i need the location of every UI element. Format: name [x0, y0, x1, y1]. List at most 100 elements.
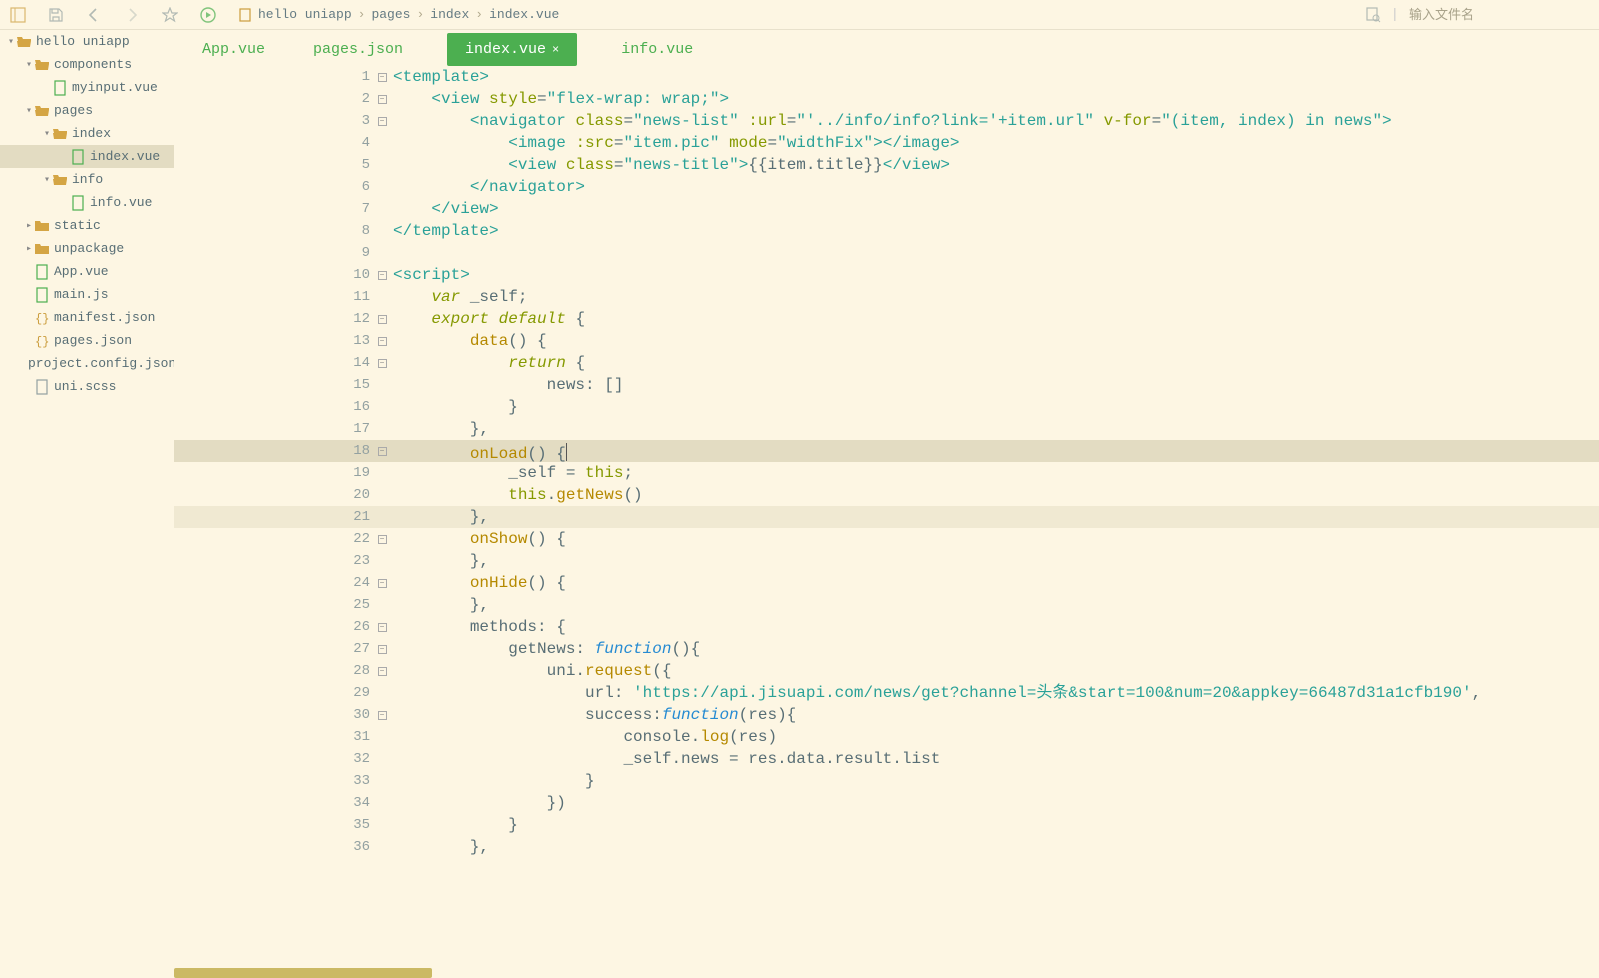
fold-marker[interactable]: [374, 176, 390, 198]
fold-marker[interactable]: [374, 792, 390, 814]
fold-marker[interactable]: −: [374, 660, 390, 682]
editor-tab[interactable]: App.vue: [198, 33, 269, 66]
file-explorer[interactable]: ▾ hello uniapp ▾componentsmyinput.vue▾pa…: [0, 30, 174, 978]
fold-marker[interactable]: [374, 132, 390, 154]
fold-marker[interactable]: [374, 484, 390, 506]
code-line[interactable]: 27− getNews: function(){: [174, 638, 1599, 660]
code-line[interactable]: 33 }: [174, 770, 1599, 792]
tree-item[interactable]: ▾pages: [0, 99, 174, 122]
code-line[interactable]: 20 this.getNews(): [174, 484, 1599, 506]
file-search-icon[interactable]: [1365, 7, 1381, 23]
fold-marker[interactable]: −: [374, 616, 390, 638]
code-line[interactable]: 17 },: [174, 418, 1599, 440]
tree-item[interactable]: ▾info: [0, 168, 174, 191]
fold-marker[interactable]: −: [374, 638, 390, 660]
fold-marker[interactable]: −: [374, 66, 390, 88]
code-editor[interactable]: 1−<template>2− <view style="flex-wrap: w…: [174, 66, 1599, 978]
fold-marker[interactable]: [374, 814, 390, 836]
tree-item[interactable]: uni.scss: [0, 375, 174, 398]
fold-marker[interactable]: [374, 418, 390, 440]
fold-marker[interactable]: [374, 748, 390, 770]
fold-marker[interactable]: −: [374, 330, 390, 352]
fold-marker[interactable]: [374, 770, 390, 792]
code-line[interactable]: 23 },: [174, 550, 1599, 572]
code-line[interactable]: 26− methods: {: [174, 616, 1599, 638]
tree-item[interactable]: myinput.vue: [0, 76, 174, 99]
back-icon[interactable]: [86, 7, 102, 23]
code-line[interactable]: 6 </navigator>: [174, 176, 1599, 198]
fold-marker[interactable]: −: [374, 88, 390, 110]
horizontal-scrollbar[interactable]: [174, 968, 432, 978]
code-line[interactable]: 36 },: [174, 836, 1599, 858]
fold-marker[interactable]: [374, 286, 390, 308]
app-menu-icon[interactable]: [10, 7, 26, 23]
fold-marker[interactable]: [374, 506, 390, 528]
breadcrumb-item[interactable]: pages: [371, 7, 410, 22]
fold-marker[interactable]: [374, 462, 390, 484]
tree-item[interactable]: {}manifest.json: [0, 306, 174, 329]
tree-item[interactable]: App.vue: [0, 260, 174, 283]
forward-icon[interactable]: [124, 7, 140, 23]
tree-item[interactable]: {}pages.json: [0, 329, 174, 352]
code-line[interactable]: 34 }): [174, 792, 1599, 814]
fold-marker[interactable]: −: [374, 440, 390, 462]
search-input[interactable]: [1409, 7, 1589, 22]
editor-tab[interactable]: info.vue: [617, 33, 697, 66]
code-line[interactable]: 4 <image :src="item.pic" mode="widthFix"…: [174, 132, 1599, 154]
code-line[interactable]: 8</template>: [174, 220, 1599, 242]
tree-root[interactable]: ▾ hello uniapp: [0, 30, 174, 53]
code-line[interactable]: 29 url: 'https://api.jisuapi.com/news/ge…: [174, 682, 1599, 704]
tree-item[interactable]: info.vue: [0, 191, 174, 214]
breadcrumb-item[interactable]: index: [430, 7, 469, 22]
code-line[interactable]: 22− onShow() {: [174, 528, 1599, 550]
editor-tab[interactable]: pages.json: [309, 33, 407, 66]
save-icon[interactable]: [48, 7, 64, 23]
fold-marker[interactable]: [374, 154, 390, 176]
tree-item[interactable]: index.vue: [0, 145, 174, 168]
code-line[interactable]: 11 var _self;: [174, 286, 1599, 308]
tree-item[interactable]: ▸static: [0, 214, 174, 237]
code-line[interactable]: 9: [174, 242, 1599, 264]
fold-marker[interactable]: [374, 726, 390, 748]
code-line[interactable]: 32 _self.news = res.data.result.list: [174, 748, 1599, 770]
code-line[interactable]: 13− data() {: [174, 330, 1599, 352]
breadcrumb-item[interactable]: index.vue: [489, 7, 559, 22]
fold-marker[interactable]: −: [374, 572, 390, 594]
code-line[interactable]: 1−<template>: [174, 66, 1599, 88]
code-line[interactable]: 2− <view style="flex-wrap: wrap;">: [174, 88, 1599, 110]
code-line[interactable]: 18− onLoad() {: [174, 440, 1599, 462]
code-line[interactable]: 3− <navigator class="news-list" :url="'.…: [174, 110, 1599, 132]
code-line[interactable]: 15 news: []: [174, 374, 1599, 396]
tree-item[interactable]: main.js: [0, 283, 174, 306]
fold-marker[interactable]: −: [374, 704, 390, 726]
fold-marker[interactable]: [374, 220, 390, 242]
code-line[interactable]: 35 }: [174, 814, 1599, 836]
star-icon[interactable]: [162, 7, 178, 23]
code-line[interactable]: 28− uni.request({: [174, 660, 1599, 682]
close-icon[interactable]: ×: [552, 43, 559, 57]
fold-marker[interactable]: [374, 550, 390, 572]
fold-marker[interactable]: [374, 836, 390, 858]
code-line[interactable]: 25 },: [174, 594, 1599, 616]
code-line[interactable]: 30− success:function(res){: [174, 704, 1599, 726]
code-line[interactable]: 5 <view class="news-title">{{item.title}…: [174, 154, 1599, 176]
fold-marker[interactable]: −: [374, 352, 390, 374]
tree-item[interactable]: ▾components: [0, 53, 174, 76]
fold-marker[interactable]: −: [374, 308, 390, 330]
fold-marker[interactable]: [374, 374, 390, 396]
breadcrumb[interactable]: hello uniapp › pages › index › index.vue: [238, 7, 559, 22]
code-line[interactable]: 31 console.log(res): [174, 726, 1599, 748]
breadcrumb-item[interactable]: hello uniapp: [258, 7, 352, 22]
fold-marker[interactable]: [374, 594, 390, 616]
fold-marker[interactable]: −: [374, 264, 390, 286]
run-icon[interactable]: [200, 7, 216, 23]
editor-tab[interactable]: index.vue ×: [447, 33, 577, 66]
code-line[interactable]: 19 _self = this;: [174, 462, 1599, 484]
fold-marker[interactable]: −: [374, 110, 390, 132]
tree-item[interactable]: {}project.config.json: [0, 352, 174, 375]
code-line[interactable]: 7 </view>: [174, 198, 1599, 220]
fold-marker[interactable]: [374, 242, 390, 264]
fold-marker[interactable]: [374, 682, 390, 704]
tree-item[interactable]: ▾index: [0, 122, 174, 145]
code-line[interactable]: 24− onHide() {: [174, 572, 1599, 594]
